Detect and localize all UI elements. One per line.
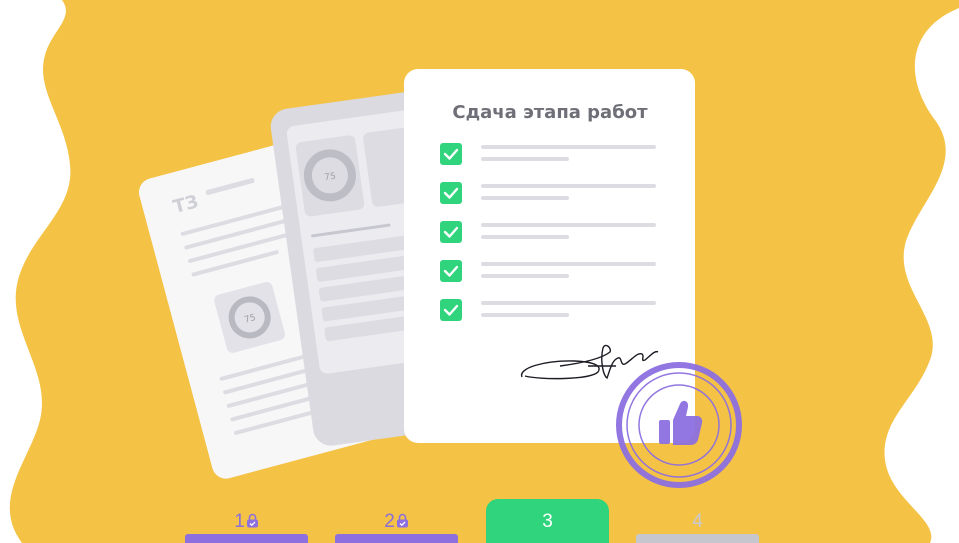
checkbox-checked-icon — [440, 182, 462, 204]
illustration: ТЗ 75 75 Сдача этапа работ — [9, 0, 959, 543]
checkbox-checked-icon — [440, 299, 462, 321]
lock-icon — [396, 512, 409, 534]
text-line — [481, 223, 656, 227]
step-2-bar — [335, 534, 458, 543]
step-4-bar — [636, 534, 759, 543]
acceptance-document: Сдача этапа работ — [404, 69, 695, 443]
step-1-bar — [185, 534, 308, 543]
document-title: Сдача этапа работ — [452, 102, 648, 123]
text-line — [481, 145, 656, 149]
text-line — [481, 235, 569, 239]
text-line — [481, 196, 569, 200]
text-line — [481, 313, 569, 317]
checkbox-checked-icon — [440, 143, 462, 165]
step-1-number: 1 — [234, 511, 245, 532]
step-1-tab[interactable]: 1 — [185, 511, 308, 543]
text-line — [481, 301, 656, 305]
lock-icon — [246, 512, 259, 534]
checkbox-checked-icon — [440, 221, 462, 243]
gauge-value-front: 75 — [324, 172, 337, 183]
text-line — [481, 262, 656, 266]
step-2-tab[interactable]: 2 — [335, 511, 458, 543]
text-line — [481, 184, 656, 188]
step-3-number: 3 — [542, 511, 553, 532]
checkbox-checked-icon — [440, 260, 462, 282]
step-4-number: 4 — [692, 511, 703, 532]
step-2-number: 2 — [384, 511, 395, 532]
text-line — [481, 157, 569, 161]
text-line — [481, 274, 569, 278]
step-4-tab[interactable]: 4 — [636, 511, 759, 543]
step-3-tab[interactable]: 3 — [486, 499, 609, 543]
